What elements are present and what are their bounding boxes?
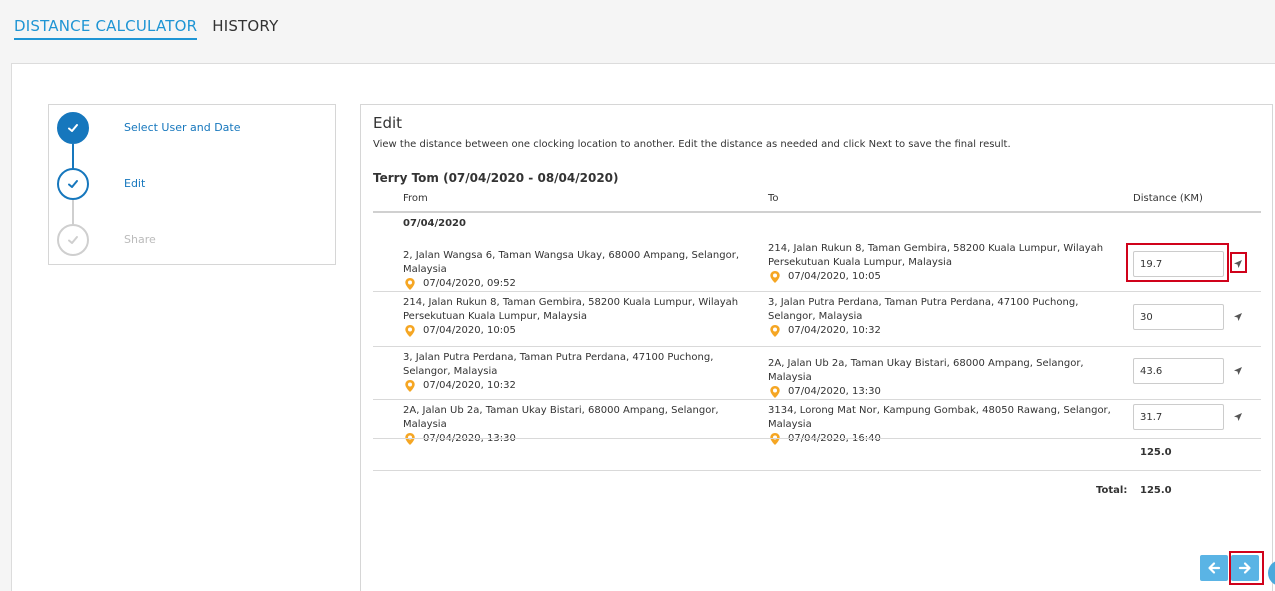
check-icon bbox=[68, 236, 78, 244]
step-select-user[interactable]: Select User and Date bbox=[57, 112, 327, 144]
from-time: 07/04/2020, 10:05 bbox=[423, 325, 516, 336]
step-pending-indicator bbox=[57, 224, 89, 256]
from-time: 07/04/2020, 09:52 bbox=[423, 278, 516, 289]
row-divider bbox=[373, 470, 1261, 471]
distance-input[interactable] bbox=[1133, 304, 1224, 330]
to-time: 07/04/2020, 10:32 bbox=[788, 325, 881, 336]
to-cell: 2A, Jalan Ub 2a, Taman Ukay Bistari, 680… bbox=[768, 357, 1123, 399]
distance-input[interactable] bbox=[1133, 404, 1224, 430]
from-cell: 214, Jalan Rukun 8, Taman Gembira, 58200… bbox=[403, 296, 758, 338]
to-time: 07/04/2020, 13:30 bbox=[788, 386, 881, 397]
row-divider bbox=[373, 438, 1261, 439]
distance-subtotal: 125.0 bbox=[1140, 447, 1172, 458]
to-address: 3, Jalan Putra Perdana, Taman Putra Perd… bbox=[768, 297, 1079, 322]
from-address: 2, Jalan Wangsa 6, Taman Wangsa Ukay, 68… bbox=[403, 250, 739, 275]
step-label: Share bbox=[124, 233, 156, 246]
from-timestamp: 07/04/2020, 13:30 bbox=[403, 432, 758, 446]
from-cell: 2, Jalan Wangsa 6, Taman Wangsa Ukay, 68… bbox=[403, 249, 758, 291]
check-icon bbox=[68, 124, 78, 132]
step-connector bbox=[72, 200, 74, 225]
from-cell: 3, Jalan Putra Perdana, Taman Putra Perd… bbox=[403, 351, 758, 393]
to-address: 2A, Jalan Ub 2a, Taman Ukay Bistari, 680… bbox=[768, 358, 1084, 383]
to-timestamp: 07/04/2020, 10:32 bbox=[768, 324, 1123, 338]
column-header-from: From bbox=[403, 193, 428, 204]
from-time: 07/04/2020, 13:30 bbox=[423, 432, 516, 446]
step-connector bbox=[72, 144, 74, 169]
step-label: Select User and Date bbox=[124, 121, 241, 134]
to-cell: 214, Jalan Rukun 8, Taman Gembira, 58200… bbox=[768, 242, 1123, 284]
map-pin-icon bbox=[770, 433, 780, 445]
user-date-range: Terry Tom (07/04/2020 - 08/04/2020) bbox=[373, 171, 619, 185]
table-row: 2A, Jalan Ub 2a, Taman Ukay Bistari, 680… bbox=[373, 400, 1261, 445]
from-address: 3, Jalan Putra Perdana, Taman Putra Perd… bbox=[403, 352, 714, 377]
tab-distance-calculator[interactable]: DISTANCE CALCULATOR bbox=[14, 16, 198, 40]
map-pin-icon bbox=[405, 325, 415, 337]
to-address: 3134, Lorong Mat Nor, Kampung Gombak, 48… bbox=[768, 405, 1111, 430]
edit-card: Edit View the distance between one clock… bbox=[360, 104, 1273, 591]
map-pin-icon bbox=[770, 325, 780, 337]
to-cell: 3134, Lorong Mat Nor, Kampung Gombak, 48… bbox=[768, 404, 1123, 446]
top-tabs: DISTANCE CALCULATOR HISTORY bbox=[14, 16, 278, 40]
to-timestamp: 07/04/2020, 16:40 bbox=[768, 432, 1123, 446]
step-share[interactable]: Share bbox=[57, 224, 327, 256]
to-timestamp: 07/04/2020, 10:05 bbox=[768, 270, 1123, 284]
to-time: 07/04/2020, 16:40 bbox=[788, 432, 881, 446]
column-header-to: To bbox=[768, 193, 779, 204]
date-group-label: 07/04/2020 bbox=[403, 218, 466, 229]
map-pin-icon bbox=[405, 278, 415, 290]
column-header-distance: Distance (KM) bbox=[1133, 193, 1203, 204]
card-description: View the distance between one clocking l… bbox=[373, 139, 1011, 150]
next-button[interactable] bbox=[1231, 555, 1259, 581]
from-timestamp: 07/04/2020, 10:05 bbox=[403, 324, 758, 338]
total-value: 125.0 bbox=[1140, 485, 1172, 496]
table-row: 3, Jalan Putra Perdana, Taman Putra Perd… bbox=[373, 347, 1261, 399]
distance-input[interactable] bbox=[1133, 251, 1224, 277]
to-timestamp: 07/04/2020, 13:30 bbox=[768, 385, 1123, 399]
from-address: 214, Jalan Rukun 8, Taman Gembira, 58200… bbox=[403, 297, 739, 322]
back-button[interactable] bbox=[1200, 555, 1228, 581]
table-row: 214, Jalan Rukun 8, Taman Gembira, 58200… bbox=[373, 292, 1261, 346]
navigation-arrow-icon[interactable] bbox=[1231, 364, 1245, 378]
navigation-arrow-icon[interactable] bbox=[1231, 257, 1245, 271]
map-pin-icon bbox=[405, 380, 415, 392]
navigation-arrow-icon[interactable] bbox=[1231, 310, 1245, 324]
arrow-right-icon bbox=[1238, 562, 1251, 574]
from-timestamp: 07/04/2020, 10:32 bbox=[403, 379, 758, 393]
from-time: 07/04/2020, 10:32 bbox=[423, 380, 516, 391]
total-label: Total: bbox=[1096, 485, 1128, 496]
header-divider bbox=[373, 211, 1261, 213]
table-row: 2, Jalan Wangsa 6, Taman Wangsa Ukay, 68… bbox=[373, 239, 1261, 291]
from-timestamp: 07/04/2020, 09:52 bbox=[403, 277, 758, 291]
to-time: 07/04/2020, 10:05 bbox=[788, 271, 881, 282]
card-title: Edit bbox=[373, 114, 403, 132]
distance-input[interactable] bbox=[1133, 358, 1224, 384]
map-pin-icon bbox=[770, 386, 780, 398]
tab-history[interactable]: HISTORY bbox=[212, 16, 278, 40]
from-address: 2A, Jalan Ub 2a, Taman Ukay Bistari, 680… bbox=[403, 405, 719, 430]
step-edit[interactable]: Edit bbox=[57, 168, 327, 200]
step-current-indicator bbox=[57, 168, 89, 200]
arrow-left-icon bbox=[1208, 562, 1221, 574]
to-cell: 3, Jalan Putra Perdana, Taman Putra Perd… bbox=[768, 296, 1123, 338]
map-pin-icon bbox=[770, 271, 780, 283]
map-pin-icon bbox=[405, 433, 415, 445]
navigation-arrow-icon[interactable] bbox=[1231, 410, 1245, 424]
from-cell: 2A, Jalan Ub 2a, Taman Ukay Bistari, 680… bbox=[403, 404, 758, 446]
stepper-panel: Select User and Date Edit Share bbox=[48, 104, 336, 265]
check-icon bbox=[68, 180, 78, 188]
step-complete-indicator bbox=[57, 112, 89, 144]
step-label: Edit bbox=[124, 177, 146, 190]
to-address: 214, Jalan Rukun 8, Taman Gembira, 58200… bbox=[768, 243, 1104, 268]
